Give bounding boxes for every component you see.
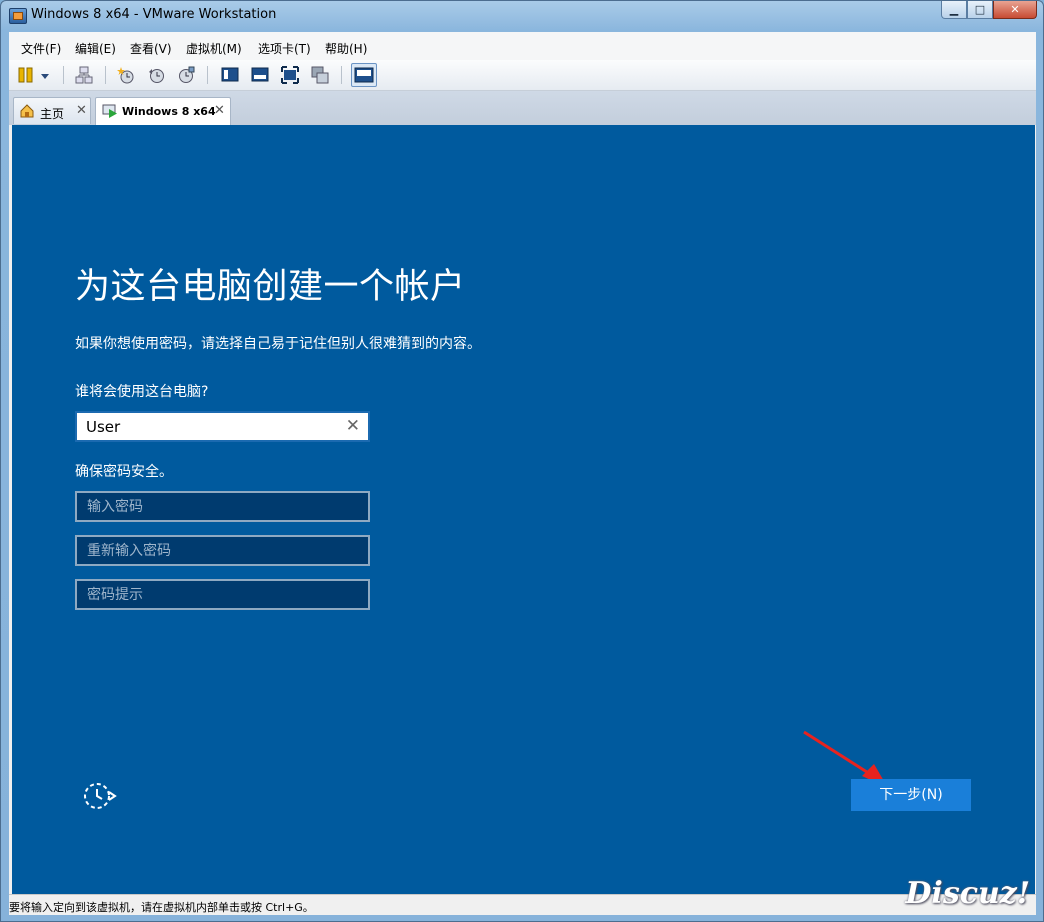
tab-strip: 主页 ✕ Windows 8 x64 ✕ <box>9 91 1036 125</box>
stretch-icon[interactable] <box>281 66 299 84</box>
vmware-app-icon <box>9 8 27 24</box>
tab-home-label: 主页 <box>40 107 65 121</box>
pause-icon[interactable] <box>17 66 35 84</box>
create-account-heading: 为这台电脑创建一个帐户 <box>75 267 466 307</box>
discuz-watermark: Discuz! <box>905 876 1030 911</box>
window-title: Windows 8 x64 - VMware Workstation <box>31 7 277 22</box>
tab-windows-8-x64[interactable]: Windows 8 x64 ✕ <box>95 97 231 125</box>
password-security-label: 确保密码安全。 <box>75 464 173 480</box>
maximize-button[interactable]: □ <box>967 1 993 19</box>
tab-home-close-icon[interactable]: ✕ <box>76 103 87 118</box>
clear-icon[interactable]: ✕ <box>346 416 360 436</box>
title-bar[interactable]: Windows 8 x64 - VMware Workstation ▁ □ ✕ <box>1 1 1043 31</box>
minimize-button[interactable]: ▁ <box>941 1 967 19</box>
menu-file[interactable]: 文件(F) <box>21 40 61 57</box>
tab-vm-label: Windows 8 x64 <box>122 105 216 118</box>
status-text: 要将输入定向到该虚拟机，请在虚拟机内部单击或按 Ctrl+G。 <box>9 901 314 914</box>
dropdown-icon[interactable] <box>39 66 51 84</box>
menu-view[interactable]: 查看(V) <box>130 40 172 57</box>
reenter-password-field[interactable] <box>75 535 370 566</box>
window-controls: ▁ □ ✕ <box>941 1 1037 19</box>
home-icon <box>20 104 34 118</box>
vm-running-icon <box>102 104 117 118</box>
ease-of-access-icon[interactable] <box>81 778 117 814</box>
console-view-icon[interactable] <box>221 66 239 84</box>
status-bar: 要将输入定向到该虚拟机，请在虚拟机内部单击或按 Ctrl+G。 <box>9 894 1036 915</box>
tab-vm-close-icon[interactable]: ✕ <box>214 103 225 118</box>
toolbar <box>9 60 1036 91</box>
menu-vm[interactable]: 虚拟机(M) <box>186 40 242 57</box>
client-area: 文件(F) 编辑(E) 查看(V) 虚拟机(M) 选项卡(T) 帮助(H) 主页… <box>9 32 1036 915</box>
menu-edit[interactable]: 编辑(E) <box>75 40 116 57</box>
toolbar-separator <box>207 66 208 84</box>
password-input[interactable] <box>87 497 357 517</box>
unity-icon[interactable] <box>311 66 329 84</box>
menu-help[interactable]: 帮助(H) <box>325 40 367 57</box>
menu-tabs[interactable]: 选项卡(T) <box>258 40 311 57</box>
reenter-password-input[interactable] <box>87 541 357 561</box>
password-field[interactable] <box>75 491 370 522</box>
fullscreen-view-icon[interactable] <box>251 66 269 84</box>
password-hint-field[interactable] <box>75 579 370 610</box>
next-button[interactable]: 下一步(N) <box>851 779 971 811</box>
revert-snapshot-icon[interactable] <box>147 66 165 84</box>
vm-screen[interactable]: 为这台电脑创建一个帐户 如果你想使用密码，请选择自己易于记住但别人很难猜到的内容… <box>12 125 1035 894</box>
username-field[interactable]: ✕ <box>75 411 370 442</box>
close-button[interactable]: ✕ <box>993 1 1037 19</box>
toolbar-separator <box>341 66 342 84</box>
who-will-use-label: 谁将会使用这台电脑? <box>75 384 209 400</box>
menu-bar: 文件(F) 编辑(E) 查看(V) 虚拟机(M) 选项卡(T) 帮助(H) <box>9 32 1036 60</box>
username-input[interactable] <box>86 416 336 438</box>
window-frame: Windows 8 x64 - VMware Workstation ▁ □ ✕… <box>0 0 1044 922</box>
password-hint-input[interactable] <box>87 585 357 605</box>
snapshot-manager-icon[interactable] <box>177 66 195 84</box>
network-icon[interactable] <box>75 66 93 84</box>
snapshot-icon[interactable] <box>117 66 135 84</box>
toolbar-separator <box>63 66 64 84</box>
toolbar-separator <box>105 66 106 84</box>
tab-home[interactable]: 主页 ✕ <box>13 97 91 124</box>
library-icon[interactable] <box>351 63 377 87</box>
password-description: 如果你想使用密码，请选择自己易于记住但别人很难猜到的内容。 <box>75 336 481 352</box>
